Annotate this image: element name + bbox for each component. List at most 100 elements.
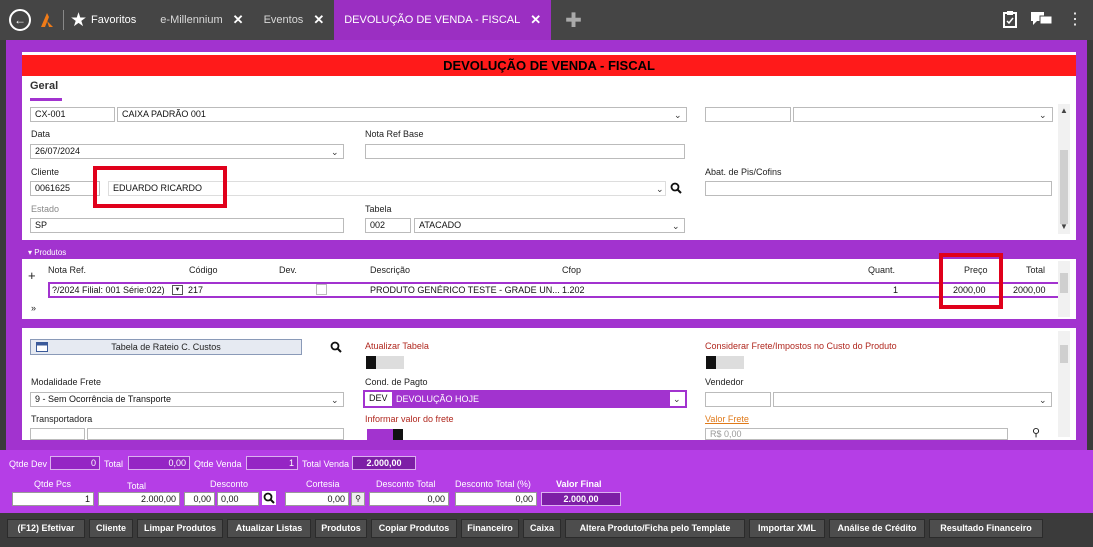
- col-descricao[interactable]: Descrição: [370, 265, 410, 275]
- cond-pagto-name: DEVOLUÇÃO HOJE: [392, 392, 670, 406]
- abat-pis-cofins-field[interactable]: [705, 181, 1052, 196]
- financeiro-button[interactable]: Financeiro: [461, 519, 519, 538]
- caixa-code-field[interactable]: CX-001: [30, 107, 115, 122]
- close-icon[interactable]: ✕: [313, 12, 324, 28]
- col-nota-ref[interactable]: Nota Ref.: [48, 265, 86, 275]
- cell-descricao[interactable]: PRODUTO GENÉRICO TESTE - GRADE UN...: [370, 285, 560, 295]
- chevron-down-icon[interactable]: ⌄: [673, 394, 681, 405]
- chevron-down-icon[interactable]: ⌄: [656, 184, 664, 195]
- clipboard-icon[interactable]: [1003, 10, 1017, 28]
- cliente-code-field[interactable]: 0061625: [30, 181, 100, 196]
- cell-codigo[interactable]: 217: [188, 285, 203, 295]
- considerar-frete-toggle[interactable]: [706, 356, 744, 369]
- data-field[interactable]: 26/07/2024: [30, 144, 344, 159]
- valor-frete-label[interactable]: Valor Frete: [705, 414, 749, 424]
- rateio-button[interactable]: Tabela de Rateio C. Custos: [30, 339, 302, 355]
- desconto-field-a[interactable]: 0,00: [184, 492, 215, 506]
- chevron-up-icon[interactable]: ▲: [1060, 106, 1068, 115]
- limpar-produtos-button[interactable]: Limpar Produtos: [137, 519, 223, 538]
- col-total[interactable]: Total: [1026, 265, 1045, 275]
- informar-frete-toggle[interactable]: [367, 429, 403, 440]
- chat-icon[interactable]: [1031, 11, 1053, 27]
- highlight-box: [939, 253, 1003, 309]
- scrollbar-thumb: [1060, 273, 1068, 293]
- expand-icon[interactable]: »: [31, 303, 36, 313]
- grid-scrollbar[interactable]: [1058, 261, 1070, 317]
- efetivar-button[interactable]: (F12) Efetivar: [7, 519, 85, 538]
- search-icon[interactable]: [330, 341, 342, 353]
- transportadora-code-field[interactable]: [30, 428, 85, 440]
- back-icon[interactable]: ←: [9, 9, 31, 31]
- desconto-total-field[interactable]: 0,00: [369, 492, 449, 506]
- close-icon[interactable]: ✕: [233, 12, 244, 28]
- toggle-knob: [366, 356, 376, 369]
- add-row-icon[interactable]: +: [28, 268, 36, 283]
- desconto-label: Desconto: [210, 479, 249, 489]
- plus-icon[interactable]: ✚: [565, 8, 582, 33]
- produtos-label: Produtos: [34, 248, 67, 257]
- total2-field[interactable]: 2.000,00: [98, 492, 180, 506]
- tab-geral[interactable]: Geral: [30, 80, 58, 92]
- vendedor-code-field[interactable]: [705, 392, 771, 407]
- extra-select[interactable]: [793, 107, 1053, 122]
- valor-frete-field[interactable]: R$ 0,00: [705, 428, 1008, 440]
- more-icon[interactable]: ⋮: [1067, 9, 1083, 29]
- nota-ref-base-field[interactable]: [365, 144, 685, 159]
- desconto-field-b[interactable]: 0,00: [217, 492, 259, 506]
- transportadora-select[interactable]: [87, 428, 344, 440]
- chevron-down-icon[interactable]: ▼: [1060, 222, 1068, 231]
- logo-icon: [41, 13, 53, 27]
- dev-checkbox[interactable]: [316, 284, 327, 295]
- qtde-pcs-field[interactable]: 1: [12, 492, 94, 506]
- cell-total[interactable]: 2000,00: [1013, 285, 1046, 295]
- search-icon[interactable]: [670, 182, 682, 194]
- col-cfop[interactable]: Cfop: [562, 265, 581, 275]
- favorites-button[interactable]: ★ Favoritos: [70, 9, 136, 32]
- close-icon[interactable]: ✕: [530, 12, 541, 28]
- altera-produto-button[interactable]: Altera Produto/Ficha pelo Template: [565, 519, 745, 538]
- cortesia-field[interactable]: 0,00: [285, 492, 349, 506]
- tabela-select[interactable]: ATACADO: [414, 218, 685, 233]
- produtos-button[interactable]: Produtos: [315, 519, 367, 538]
- analise-credito-button[interactable]: Análise de Crédito: [829, 519, 925, 538]
- top-right-actions: ⋮: [1003, 9, 1083, 29]
- vendedor-select[interactable]: [773, 392, 1052, 407]
- caixa-button[interactable]: Caixa: [523, 519, 561, 538]
- total-venda-value: 2.000,00: [352, 456, 416, 470]
- tab-devolucao[interactable]: DEVOLUÇÃO DE VENDA - FISCAL ✕: [334, 0, 552, 40]
- resultado-financeiro-button[interactable]: Resultado Financeiro: [929, 519, 1043, 538]
- calculator-icon[interactable]: ⚲: [351, 492, 365, 506]
- details-scrollbar[interactable]: [1058, 331, 1070, 437]
- tab-eventos[interactable]: Eventos ✕: [254, 0, 335, 40]
- atualizar-listas-button[interactable]: Atualizar Listas: [227, 519, 311, 538]
- col-codigo[interactable]: Código: [189, 265, 218, 275]
- chevron-down-icon[interactable]: ⌄: [674, 110, 682, 121]
- chevron-down-icon[interactable]: ⌄: [331, 395, 339, 406]
- produtos-section-header[interactable]: ▾ Produtos: [22, 246, 1076, 259]
- col-quant[interactable]: Quant.: [868, 265, 895, 275]
- caixa-select[interactable]: CAIXA PADRÃO 001: [117, 107, 687, 122]
- extra-code-field[interactable]: [705, 107, 791, 122]
- importar-xml-button[interactable]: Importar XML: [749, 519, 825, 538]
- desconto-total-pct-field[interactable]: 0,00: [455, 492, 537, 506]
- search-icon[interactable]: [262, 491, 276, 505]
- header-scrollbar[interactable]: [1058, 104, 1070, 234]
- cell-cfop[interactable]: 1.202: [562, 285, 585, 295]
- tab-e-millennium[interactable]: e-Millennium ✕: [150, 0, 253, 40]
- cliente-button[interactable]: Cliente: [89, 519, 133, 538]
- tabela-code-field[interactable]: 002: [365, 218, 411, 233]
- col-dev[interactable]: Dev.: [279, 265, 297, 275]
- chevron-down-icon[interactable]: ⌄: [672, 221, 680, 232]
- copiar-produtos-button[interactable]: Copiar Produtos: [371, 519, 457, 538]
- dropdown-arrow-icon[interactable]: ▼: [172, 285, 183, 295]
- search-icon[interactable]: ⚲: [1032, 426, 1040, 439]
- chevron-down-icon[interactable]: ⌄: [331, 147, 339, 158]
- modalidade-frete-select[interactable]: 9 - Sem Ocorrência de Transporte: [30, 392, 344, 407]
- atualizar-tabela-label: Atualizar Tabela: [365, 341, 429, 351]
- total-label: Total: [104, 459, 124, 469]
- atualizar-tabela-toggle[interactable]: [366, 356, 404, 369]
- cell-nota-ref[interactable]: ?/2024 Filial: 001 Série:022): [52, 285, 165, 295]
- chevron-down-icon[interactable]: ⌄: [1039, 395, 1047, 406]
- chevron-down-icon[interactable]: ⌄: [1039, 110, 1047, 121]
- cell-quant[interactable]: 1: [893, 285, 898, 295]
